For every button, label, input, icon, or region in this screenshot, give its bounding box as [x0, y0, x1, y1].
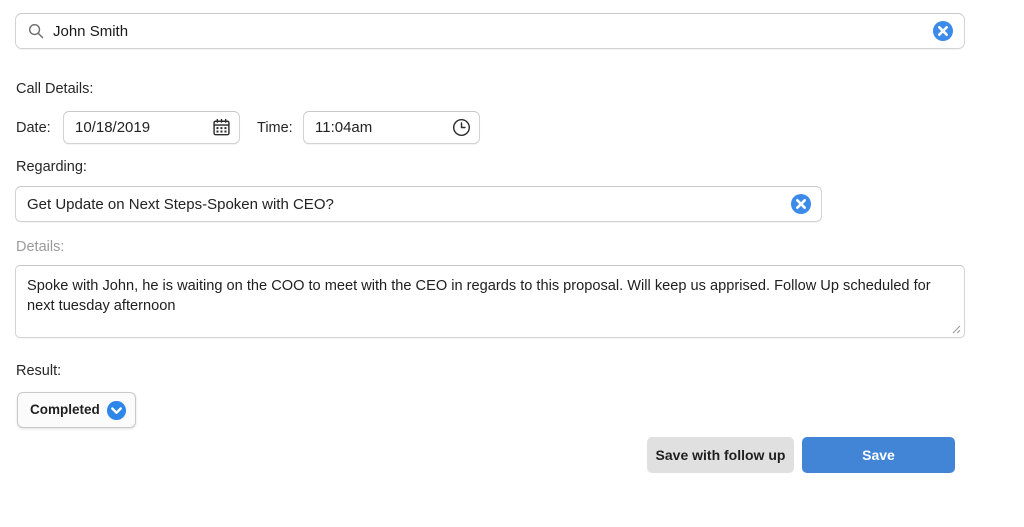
time-value: 11:04am [315, 120, 452, 135]
call-details-heading: Call Details: [16, 82, 93, 97]
date-input[interactable]: 10/18/2019 [63, 111, 240, 144]
time-input[interactable]: 11:04am [303, 111, 480, 144]
search-icon [28, 23, 44, 39]
resize-handle-icon[interactable] [948, 321, 961, 334]
regarding-value: Get Update on Next Steps-Spoken with CEO… [27, 197, 790, 212]
date-label: Date: [16, 121, 51, 136]
search-value: John Smith [53, 24, 932, 39]
regarding-label: Regarding: [16, 160, 87, 175]
save-button[interactable]: Save [802, 437, 955, 473]
clock-icon[interactable] [452, 118, 471, 137]
chevron-down-icon[interactable] [106, 400, 127, 421]
result-label: Result: [16, 364, 61, 379]
calendar-icon[interactable] [212, 118, 231, 137]
result-value: Completed [30, 403, 101, 417]
details-label: Details: [16, 240, 64, 255]
date-value: 10/18/2019 [75, 120, 212, 135]
call-details-form: John Smith Call Details: Date: 10/18/201… [0, 0, 1024, 527]
search-input[interactable]: John Smith [15, 13, 965, 49]
clear-icon[interactable] [790, 193, 812, 215]
clear-icon[interactable] [932, 20, 954, 42]
details-textarea[interactable]: Spoke with John, he is waiting on the CO… [15, 265, 965, 338]
details-value: Spoke with John, he is waiting on the CO… [27, 276, 950, 316]
save-with-follow-up-button[interactable]: Save with follow up [647, 437, 794, 473]
time-label: Time: [257, 121, 293, 136]
result-select[interactable]: Completed [17, 392, 136, 428]
regarding-input[interactable]: Get Update on Next Steps-Spoken with CEO… [15, 186, 822, 222]
